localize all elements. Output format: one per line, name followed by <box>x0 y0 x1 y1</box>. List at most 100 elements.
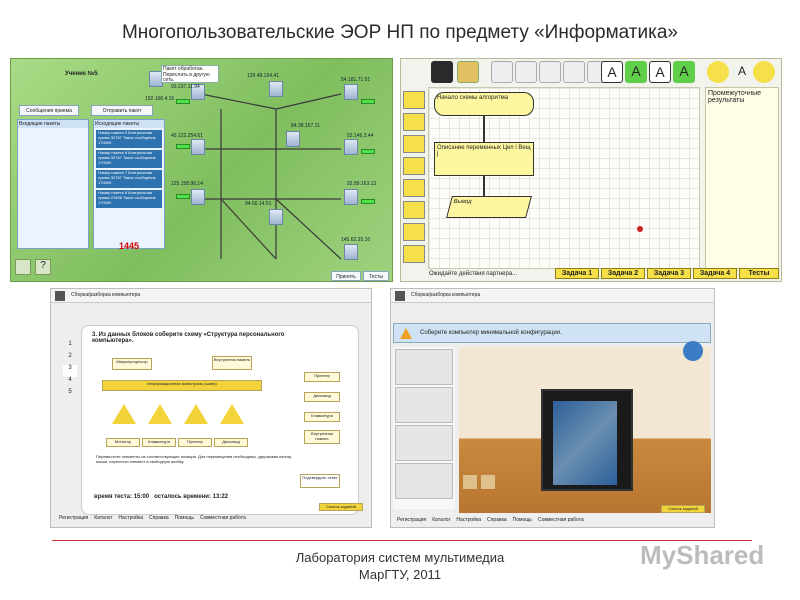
edit-icon[interactable] <box>15 259 31 275</box>
zoom-out-icon[interactable] <box>753 61 775 83</box>
task-text: Соберите компьютер минимальной конфигура… <box>420 330 562 336</box>
tool-icon[interactable] <box>515 61 537 83</box>
pen-tool-icon[interactable] <box>457 61 479 83</box>
menu-item[interactable]: Совместная работа <box>538 517 584 523</box>
tool-icon[interactable] <box>403 201 425 219</box>
time-left-value: 13:22 <box>212 494 229 500</box>
bottom-menu: Регистрация Каталог Настройка Справка По… <box>59 515 246 521</box>
time-value: 15:00 <box>133 494 150 500</box>
device-keyboard[interactable]: Клавиатура <box>142 438 176 447</box>
task-list-button[interactable]: Список заданий <box>661 505 705 513</box>
menu-item[interactable]: Регистрация <box>397 517 426 523</box>
font-a-button[interactable]: A <box>673 61 695 83</box>
tab-task-4[interactable]: Задача 4 <box>693 268 737 279</box>
tests-button[interactable]: Тесты <box>363 271 389 281</box>
font-a-button[interactable]: A <box>731 61 753 83</box>
tool-icon[interactable] <box>403 179 425 197</box>
parts-list <box>393 347 455 509</box>
tool-icon[interactable] <box>481 475 495 489</box>
list-icon[interactable] <box>403 245 425 263</box>
help-icon[interactable]: ? <box>35 259 51 275</box>
ip-label: 125.158.96.14 <box>171 181 203 187</box>
block-microprocessor[interactable]: Микропроцессор <box>112 358 152 370</box>
controller-slot[interactable] <box>148 404 172 424</box>
tab-task-3[interactable]: Задача 3 <box>647 268 691 279</box>
mouse-icon[interactable] <box>395 425 453 461</box>
results-title: Промежуточные результаты <box>708 90 762 104</box>
help-icon[interactable] <box>403 223 425 241</box>
motherboard[interactable] <box>553 401 617 485</box>
ip-label: 54.181.71.51 <box>341 77 371 83</box>
answer-block[interactable]: Внутренняя память <box>304 430 340 444</box>
menu-item[interactable]: Помощь <box>513 517 532 523</box>
tab-task-2[interactable]: Задача 2 <box>601 268 645 279</box>
network-sim-panel: Ученик №5 Пакет обработан. Переслать в д… <box>10 58 393 282</box>
menu-item[interactable]: Настройка <box>456 517 481 523</box>
nav-item[interactable]: 3 <box>63 365 77 377</box>
bottom-menu: Регистрация Каталог Настройка Справка По… <box>397 517 584 523</box>
menu-item[interactable]: Регистрация <box>59 515 88 521</box>
test-panel: Сборка/разборка компьютера 1 2 3 4 5 3. … <box>50 288 372 528</box>
zoom-in-icon[interactable] <box>707 61 729 83</box>
ip-label: 92.89.163.13 <box>347 181 377 187</box>
flow-block-vars[interactable]: Описание переменных Цел i Вещ j <box>434 142 534 176</box>
flowchart-panel: A A A A A Начало схемы алгоритма Описани… <box>400 58 782 282</box>
nav-item[interactable]: 2 <box>63 353 77 365</box>
flow-block-output[interactable]: Вывод <box>446 196 532 218</box>
block-memory[interactable]: Внутренняя память <box>212 356 252 370</box>
close-tool-icon[interactable] <box>431 61 453 83</box>
tab-task-1[interactable]: Задача 1 <box>555 268 599 279</box>
status-label <box>361 149 375 154</box>
nav-item[interactable]: 4 <box>63 377 77 389</box>
menu-item[interactable]: Совместная работа <box>200 515 246 521</box>
server-icon <box>269 209 283 225</box>
task-list-button[interactable]: Список заданий <box>319 503 363 511</box>
menu-item[interactable]: Помощь <box>175 515 194 521</box>
confirm-button[interactable]: Подтвердить ответ <box>300 474 340 488</box>
tool-icon[interactable] <box>463 475 477 489</box>
tool-icon[interactable] <box>539 61 561 83</box>
font-a-button[interactable]: A <box>601 61 623 83</box>
tool-icon[interactable] <box>403 113 425 131</box>
server-icon <box>344 189 358 205</box>
mousepad-icon[interactable] <box>395 463 453 499</box>
answer-block[interactable]: Принтер <box>304 372 340 382</box>
menu-item[interactable]: Справка <box>487 517 507 523</box>
server-icon <box>344 84 358 100</box>
3d-scene[interactable] <box>459 341 711 513</box>
pc-case[interactable] <box>541 389 633 491</box>
tool-icon[interactable] <box>403 157 425 175</box>
flow-block-start[interactable]: Начало схемы алгоритма <box>434 92 534 116</box>
font-a-button[interactable]: A <box>649 61 671 83</box>
left-toolbar <box>403 87 425 279</box>
nav-item[interactable]: 1 <box>63 341 77 353</box>
nav-item[interactable]: 5 <box>63 389 77 401</box>
font-a-button[interactable]: A <box>625 61 647 83</box>
tab-tests[interactable]: Тесты <box>739 268 779 279</box>
menu-item[interactable]: Каталог <box>432 517 450 523</box>
power-button[interactable] <box>683 341 703 361</box>
device-monitor[interactable]: Монитор <box>106 438 140 447</box>
microphone-icon[interactable] <box>395 387 453 423</box>
tool-icon[interactable] <box>403 91 425 109</box>
tool-icon[interactable] <box>403 135 425 153</box>
tool-icon[interactable] <box>563 61 585 83</box>
device-disk[interactable]: Дисковод <box>214 438 248 447</box>
device-printer[interactable]: Принтер <box>178 438 212 447</box>
controller-slot[interactable] <box>184 404 208 424</box>
controller-slot[interactable] <box>220 404 244 424</box>
menu-item[interactable]: Справка <box>149 515 169 521</box>
hint-text: Переместите элементы на соответствующие … <box>96 454 292 464</box>
menu-item[interactable]: Настройка <box>118 515 143 521</box>
footer-year: МарГТУ, 2011 <box>358 567 442 582</box>
menu-item[interactable]: Каталог <box>94 515 112 521</box>
accept-button[interactable]: Принять <box>331 271 361 281</box>
tool-icon[interactable] <box>491 61 513 83</box>
keyboard-icon[interactable] <box>395 349 453 385</box>
flowchart-canvas[interactable]: Начало схемы алгоритма Описание переменн… <box>428 87 700 269</box>
ip-label: 129.48.154.41 <box>247 73 279 79</box>
controller-slot[interactable] <box>112 404 136 424</box>
answer-block[interactable]: Дисковод <box>304 392 340 402</box>
status-label <box>361 99 375 104</box>
answer-block[interactable]: Клавиатура <box>304 412 340 422</box>
